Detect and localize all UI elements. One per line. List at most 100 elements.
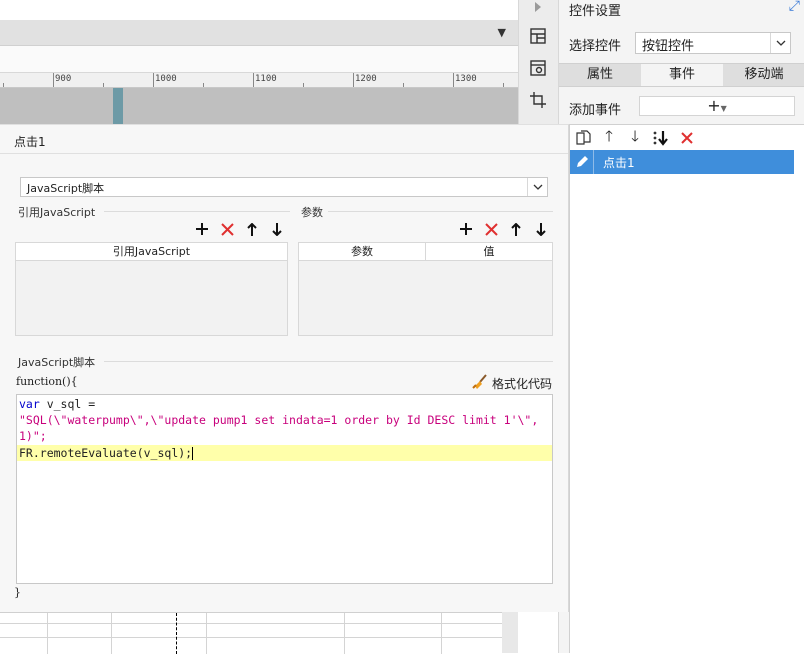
param-section-label: 参数 bbox=[301, 206, 323, 219]
widget-select[interactable]: 按钮控件 bbox=[635, 32, 791, 54]
report-canvas[interactable] bbox=[0, 88, 518, 124]
grid-line bbox=[47, 613, 48, 654]
code-line: "SQL(\"waterpump\",\"update pump1 set in… bbox=[17, 412, 552, 428]
ruler-tick bbox=[103, 83, 104, 87]
sort-icon[interactable] bbox=[652, 129, 670, 147]
code-text: v_sql = bbox=[39, 397, 96, 411]
page-break-line bbox=[176, 613, 177, 654]
format-code-button[interactable]: 格式化代码 bbox=[472, 374, 552, 393]
move-up-icon[interactable] bbox=[507, 220, 525, 238]
code-string: "SQL(\"waterpump\",\"update pump1 set in… bbox=[19, 413, 539, 427]
format-code-label: 格式化代码 bbox=[492, 377, 553, 391]
event-item-label: 点击1 bbox=[603, 155, 635, 170]
ruler-label: 900 bbox=[55, 74, 72, 84]
ref-js-table-header: 引用JavaScript bbox=[16, 243, 287, 261]
function-close-text: } bbox=[14, 586, 21, 599]
expand-arrow-icon[interactable]: ⤢ bbox=[789, 0, 800, 14]
function-open-text: function(){ bbox=[16, 375, 78, 388]
column-header: 引用JavaScript bbox=[112, 245, 191, 258]
ruler-major-tick bbox=[153, 73, 154, 87]
widget-settings-panel: 控件设置 ⤢ 选择控件 按钮控件 属性 事件 移动端 添加事件 +▼ 🡑 🡓 点… bbox=[558, 0, 804, 653]
grid-line bbox=[0, 623, 502, 624]
canvas-gap bbox=[0, 46, 518, 72]
delete-icon[interactable] bbox=[482, 220, 500, 238]
code-text: FR.remoteEvaluate(v_sql); bbox=[19, 446, 193, 460]
column-header: 值 bbox=[425, 243, 552, 260]
ref-js-section-label: 引用JavaScript bbox=[18, 206, 96, 219]
ruler-major-tick bbox=[253, 73, 254, 87]
pencil-icon bbox=[570, 150, 594, 174]
ruler-label: 1300 bbox=[455, 74, 477, 84]
event-editor-dialog: 点击1 JavaScript脚本 引用JavaScript 引用JavaScri… bbox=[0, 124, 569, 612]
panel-title: 控件设置 bbox=[569, 4, 622, 19]
ruler-tick bbox=[203, 83, 204, 87]
crop-icon[interactable] bbox=[527, 89, 549, 111]
tab-properties[interactable]: 属性 bbox=[559, 64, 641, 86]
tab-mobile[interactable]: 移动端 bbox=[723, 64, 804, 86]
move-down-icon[interactable] bbox=[532, 220, 550, 238]
dialog-title: 点击1 bbox=[14, 135, 46, 149]
delete-icon[interactable] bbox=[678, 129, 696, 147]
move-down-icon[interactable] bbox=[268, 220, 286, 238]
widget-settings-icon[interactable] bbox=[527, 57, 549, 79]
toolbar-dropdown-icon[interactable]: ▼ bbox=[498, 26, 506, 39]
events-list: 🡑 🡓 点击1 bbox=[569, 124, 804, 653]
grid-line bbox=[344, 613, 345, 654]
column-header: 参数 bbox=[351, 245, 373, 258]
tab-events[interactable]: 事件 bbox=[641, 64, 723, 86]
param-table[interactable]: 参数 值 bbox=[298, 242, 553, 336]
ruler-tick bbox=[503, 83, 504, 87]
copy-icon[interactable] bbox=[574, 129, 592, 147]
param-table-header: 参数 值 bbox=[299, 243, 552, 261]
ruler-label: 1200 bbox=[355, 74, 377, 84]
dropdown-caret-icon: ▼ bbox=[720, 104, 727, 113]
event-toolbar: 🡑 🡓 bbox=[574, 127, 696, 148]
ref-js-table[interactable]: 引用JavaScript bbox=[15, 242, 288, 336]
code-keyword: var bbox=[19, 397, 40, 411]
plus-icon: + bbox=[707, 96, 721, 115]
event-list-item[interactable]: 点击1 bbox=[570, 150, 794, 174]
canvas-toolbar: ▼ bbox=[0, 20, 518, 46]
move-up-icon[interactable]: 🡑 bbox=[600, 127, 618, 147]
horizontal-ruler: 900 1000 1100 1200 1300 bbox=[0, 72, 518, 88]
script-type-select[interactable]: JavaScript脚本 bbox=[20, 177, 548, 197]
broom-icon bbox=[472, 374, 488, 393]
arrow-right-icon[interactable] bbox=[527, 0, 549, 18]
grid-line bbox=[206, 613, 207, 654]
canvas-position-marker bbox=[113, 88, 123, 124]
chevron-down-icon bbox=[527, 178, 547, 196]
ruler-major-tick bbox=[453, 73, 454, 87]
grid-line bbox=[441, 613, 442, 654]
sheet-scroll-gutter bbox=[502, 612, 518, 653]
code-editor[interactable]: var v_sql = "SQL(\"waterpump\",\"update … bbox=[16, 394, 553, 584]
layout-grid-icon[interactable] bbox=[527, 25, 549, 47]
ruler-major-tick bbox=[353, 73, 354, 87]
panel-tabs: 属性 事件 移动端 bbox=[559, 63, 804, 87]
delete-icon[interactable] bbox=[218, 220, 236, 238]
divider bbox=[328, 211, 553, 212]
ruler-tick bbox=[403, 83, 404, 87]
select-widget-label: 选择控件 bbox=[569, 39, 622, 54]
add-icon[interactable] bbox=[457, 220, 475, 238]
move-down-icon[interactable]: 🡓 bbox=[626, 127, 644, 147]
code-string: 1)"; bbox=[19, 429, 47, 443]
param-toolbar bbox=[457, 220, 550, 238]
add-event-label: 添加事件 bbox=[569, 103, 622, 118]
ruler-major-tick bbox=[53, 73, 54, 87]
side-icon-strip bbox=[518, 0, 558, 124]
code-line-current: FR.remoteEvaluate(v_sql); bbox=[17, 445, 552, 461]
script-type-value: JavaScript脚本 bbox=[27, 182, 105, 195]
divider bbox=[0, 153, 568, 154]
move-up-icon[interactable] bbox=[243, 220, 261, 238]
divider bbox=[104, 361, 553, 362]
ref-js-toolbar bbox=[193, 220, 286, 238]
ruler-label: 1000 bbox=[155, 74, 177, 84]
add-event-button[interactable]: +▼ bbox=[639, 96, 795, 116]
widget-select-value: 按钮控件 bbox=[642, 39, 695, 54]
sheet-grid[interactable] bbox=[0, 612, 502, 654]
code-line: 1)"; bbox=[17, 428, 552, 444]
ruler-label: 1100 bbox=[255, 74, 277, 84]
chevron-down-icon bbox=[770, 33, 790, 53]
code-line: var v_sql = bbox=[17, 396, 552, 412]
add-icon[interactable] bbox=[193, 220, 211, 238]
